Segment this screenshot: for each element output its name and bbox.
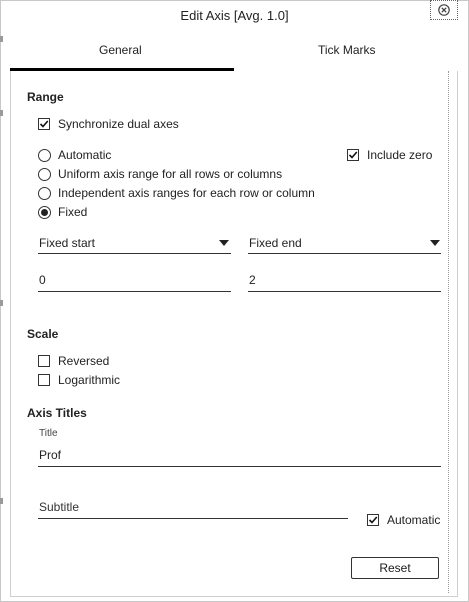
radio-automatic[interactable] (38, 149, 51, 162)
background-fragment (0, 110, 3, 116)
fixed-end-input[interactable]: 2 (248, 270, 441, 292)
background-fragment (0, 36, 3, 42)
subtitle-automatic-checkbox[interactable] (367, 514, 379, 526)
radio-selected-dot (41, 209, 48, 216)
dropdown-underline (38, 253, 231, 254)
section-heading-range: Range (27, 90, 64, 104)
input-underline (248, 291, 441, 292)
sync-dual-axes-label: Synchronize dual axes (58, 117, 179, 131)
fixed-start-dropdown-label: Fixed start (39, 236, 96, 250)
close-button[interactable] (430, 0, 458, 20)
subtitle-automatic-label: Automatic (387, 513, 441, 527)
reset-button[interactable]: Reset (351, 557, 439, 579)
radio-uniform-label: Uniform axis range for all rows or colum… (58, 167, 283, 181)
fixed-start-input[interactable]: 0 (38, 270, 231, 292)
input-underline (38, 518, 348, 519)
fixed-start-dropdown[interactable]: Fixed start (38, 232, 231, 254)
input-underline (38, 466, 441, 467)
fixed-end-dropdown-label: Fixed end (249, 236, 302, 250)
fixed-end-dropdown[interactable]: Fixed end (248, 232, 441, 254)
chevron-down-icon (219, 240, 229, 246)
fixed-start-value: 0 (39, 273, 46, 287)
include-zero-checkbox[interactable] (347, 149, 359, 161)
tab-general[interactable]: General (99, 43, 142, 57)
dropdown-underline (248, 253, 441, 254)
input-underline (38, 291, 231, 292)
reversed-label: Reversed (58, 354, 110, 368)
sync-dual-axes-checkbox[interactable] (38, 118, 50, 130)
fixed-end-value: 2 (249, 273, 256, 287)
reversed-checkbox[interactable] (38, 355, 50, 367)
background-fragment (0, 498, 3, 504)
section-heading-axis-titles: Axis Titles (27, 406, 87, 420)
tab-tick-marks[interactable]: Tick Marks (318, 43, 376, 57)
radio-independent[interactable] (38, 187, 51, 200)
checkmark-icon (348, 151, 358, 159)
axis-title-input[interactable]: Title Prof (38, 428, 441, 468)
include-zero-label: Include zero (367, 148, 433, 162)
dialog-title: Edit Axis [Avg. 1.0] (180, 8, 289, 23)
section-heading-scale: Scale (27, 327, 59, 341)
logarithmic-checkbox[interactable] (38, 374, 50, 386)
radio-fixed-label: Fixed (58, 205, 88, 219)
axis-subtitle-placeholder: Subtitle (39, 500, 80, 514)
axis-title-field-label: Title (39, 428, 58, 439)
axis-title-value: Prof (39, 448, 62, 462)
checkmark-icon (368, 516, 378, 524)
radio-fixed[interactable] (38, 206, 51, 219)
background-fragment (0, 300, 3, 306)
scrollbar[interactable] (448, 71, 455, 593)
close-icon (438, 4, 450, 16)
logarithmic-label: Logarithmic (58, 373, 121, 387)
radio-automatic-label: Automatic (58, 148, 112, 162)
radio-independent-label: Independent axis ranges for each row or … (58, 186, 315, 200)
axis-subtitle-input[interactable]: Subtitle (38, 498, 348, 520)
radio-uniform[interactable] (38, 168, 51, 181)
chevron-down-icon (430, 240, 440, 246)
checkmark-icon (39, 120, 49, 128)
